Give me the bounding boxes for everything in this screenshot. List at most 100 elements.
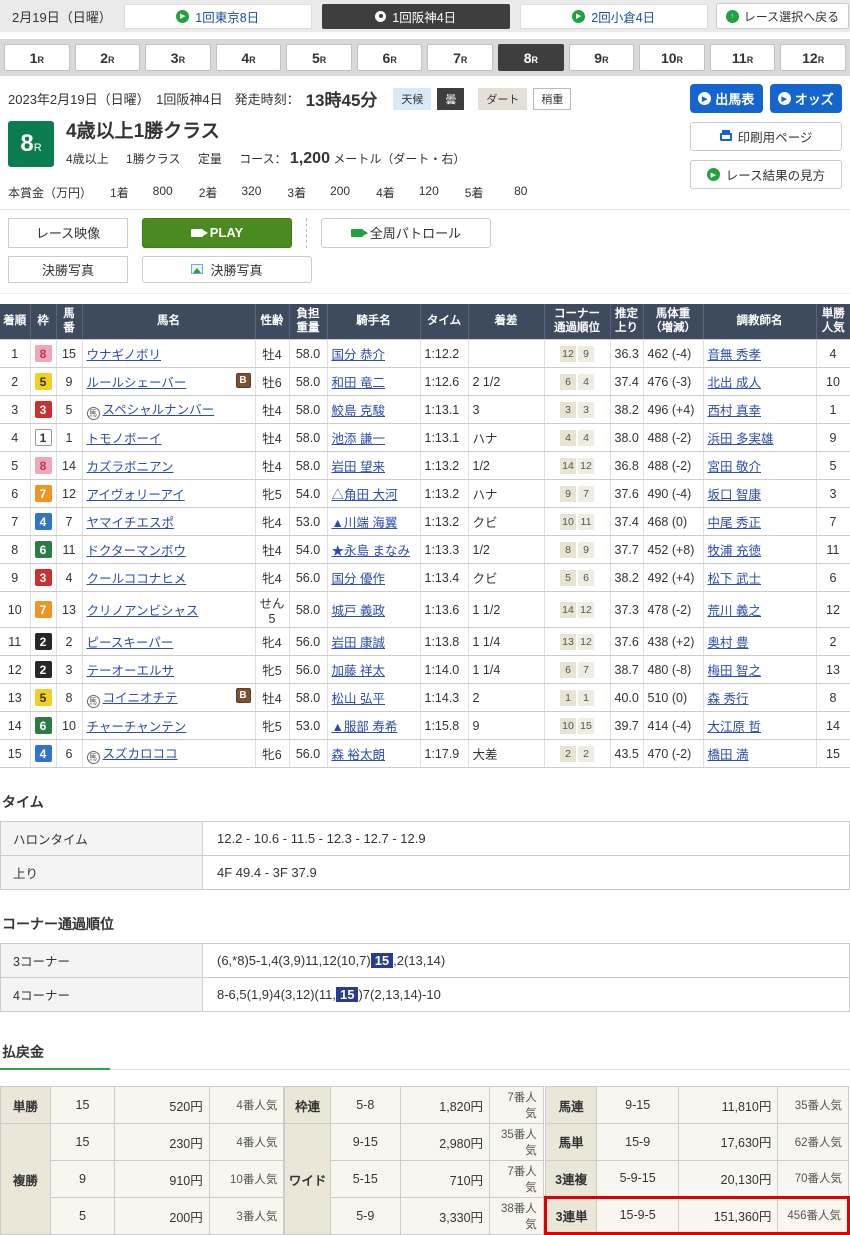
trainer-cell: 音無 秀孝 <box>703 340 816 368</box>
trainer-name-link[interactable]: 松下 武士 <box>708 572 761 586</box>
jockey-name-link[interactable]: ▲川端 海翼 <box>332 516 398 530</box>
body-weight-cell: 510 (0) <box>643 684 703 712</box>
result-guide-button[interactable]: ▶ レース結果の見方 <box>690 160 842 189</box>
trainer-name-link[interactable]: 坂口 智康 <box>708 488 761 502</box>
jockey-name-link[interactable]: 加藤 祥太 <box>332 664 385 678</box>
horse-name-link[interactable]: アイヴォリーアイ <box>87 488 185 502</box>
results-column-header: 馬名 <box>82 304 255 340</box>
horse-name-link[interactable]: テーオーエルサ <box>87 664 175 678</box>
race-tab-8r[interactable]: 8R <box>498 44 564 71</box>
trainer-name-link[interactable]: 橋田 満 <box>708 748 749 762</box>
waku-cell: 4 <box>30 508 56 536</box>
trainer-cell: 浜田 多実雄 <box>703 424 816 452</box>
corner2-pos: 4 <box>578 430 594 446</box>
horse-name-link[interactable]: ルールシェーバー <box>87 376 187 390</box>
trainer-name-link[interactable]: 森 秀行 <box>708 692 749 706</box>
meeting-tabs: ▶1回東京8日 1回阪神4日 ▶2回小倉4日 <box>124 4 708 29</box>
trainer-name-link[interactable]: 宮田 敬介 <box>708 460 761 474</box>
jockey-name-link[interactable]: 国分 恭介 <box>332 348 385 362</box>
jockey-name-link[interactable]: 和田 竜二 <box>332 376 385 390</box>
divider <box>306 218 307 248</box>
table-row: 1546馬スズカロココ牝656.0森 裕太朗1:17.9大差2243.5470 … <box>0 740 850 768</box>
trainer-name-link[interactable]: 浜田 多実雄 <box>708 432 774 446</box>
payout-table: 枠連5-81,820円7番人気ワイド9-152,980円35番人気5-15710… <box>284 1086 543 1235</box>
shutuba-button[interactable]: ▶ 出馬表 <box>690 84 763 113</box>
trainer-name-link[interactable]: 西村 真幸 <box>708 404 761 418</box>
horse-name-link[interactable]: ピースキーパー <box>87 636 174 650</box>
jockey-name-link[interactable]: 岩田 望来 <box>332 460 385 474</box>
jockey-name-link[interactable]: 岩田 康誠 <box>332 636 385 650</box>
back-to-race-select-button[interactable]: ↑ レース選択へ戻る <box>716 3 849 29</box>
finish-photo-button[interactable]: 決勝写真 <box>142 256 312 283</box>
patrol-video-button[interactable]: 全周パトロール <box>321 218 491 248</box>
horse-name-link[interactable]: チャーチャンテン <box>87 720 187 734</box>
trainer-name-link[interactable]: 北出 成人 <box>708 376 761 390</box>
jockey-cell: 加藤 祥太 <box>327 656 420 684</box>
sex-age-cell: 牡4 <box>255 424 289 452</box>
waku-cell: 3 <box>30 396 56 424</box>
race-tab-9r[interactable]: 9R <box>569 44 635 71</box>
trainer-name-link[interactable]: 中尾 秀正 <box>708 516 761 530</box>
meeting-tab[interactable]: ▶2回小倉4日 <box>520 4 708 29</box>
race-tab-number: 11 <box>732 50 747 66</box>
race-tab-5r[interactable]: 5R <box>286 44 352 71</box>
jockey-name-link[interactable]: 松山 弘平 <box>332 692 385 706</box>
waku-cell: 2 <box>30 628 56 656</box>
corner2-pos: 9 <box>578 542 594 558</box>
jockey-name-link[interactable]: ▲服部 寿希 <box>332 720 398 734</box>
table-row: 1122ピースキーパー牝456.0岩田 康誠1:13.81 1/4131237.… <box>0 628 850 656</box>
trainer-name-link[interactable]: 牧浦 充徳 <box>708 544 761 558</box>
results-column-header: タイム <box>420 304 468 340</box>
race-tab-11r[interactable]: 11R <box>710 44 776 71</box>
race-tab-4r[interactable]: 4R <box>216 44 282 71</box>
race-header: 2023年2月19日（日曜） 1回阪神4日 発走時刻： 13時45分 天候 曇 … <box>0 76 850 210</box>
jockey-name-link[interactable]: 森 裕太朗 <box>332 748 385 762</box>
race-tab-10r[interactable]: 10R <box>639 44 705 71</box>
jockey-name-link[interactable]: ★永島 まなみ <box>332 544 410 558</box>
jockey-cell: 松山 弘平 <box>327 684 420 712</box>
race-tab-2r[interactable]: 2R <box>75 44 141 71</box>
time-cell: 1:14.0 <box>420 656 468 684</box>
trainer-name-link[interactable]: 大江原 哲 <box>708 720 761 734</box>
horse-name-link[interactable]: コイニオチテ <box>103 691 178 705</box>
race-tab-12r[interactable]: 12R <box>780 44 846 71</box>
side-buttons: ▶ 出馬表 ▶ オッズ 印刷用ページ ▶ レース結果の見方 <box>690 84 842 189</box>
trainer-name-link[interactable]: 梅田 智之 <box>708 664 761 678</box>
payout-combination: 15 <box>50 1124 115 1161</box>
agari-cell: 37.4 <box>610 508 643 536</box>
meeting-tab[interactable]: 1回阪神4日 <box>322 4 510 29</box>
jockey-name-link[interactable]: 国分 優作 <box>332 572 385 586</box>
race-tab-1r[interactable]: 1R <box>4 44 70 71</box>
horse-name-link[interactable]: トモノボーイ <box>87 432 162 446</box>
horse-name-link[interactable]: クールココナヒメ <box>87 572 187 586</box>
payout-combination: 15-9 <box>597 1124 678 1161</box>
carried-weight-cell: 58.0 <box>289 592 327 628</box>
trainer-name-link[interactable]: 音無 秀孝 <box>708 348 761 362</box>
trainer-name-link[interactable]: 荒川 義之 <box>708 604 761 618</box>
payout-amount: 17,630円 <box>678 1124 778 1161</box>
horse-name-link[interactable]: ドクターマンボウ <box>87 544 187 558</box>
popularity-cell: 10 <box>816 368 850 396</box>
play-button[interactable]: PLAY <box>142 218 292 248</box>
race-tab-7r[interactable]: 7R <box>427 44 493 71</box>
horse-name-link[interactable]: ヤマイチエスポ <box>87 516 175 530</box>
horse-name-link[interactable]: ウナギノボリ <box>87 348 162 362</box>
jockey-name-link[interactable]: 鮫島 克駿 <box>332 404 385 418</box>
race-tab-6r[interactable]: 6R <box>357 44 423 71</box>
print-page-button[interactable]: 印刷用ページ <box>690 122 842 151</box>
jockey-name-link[interactable]: 城戸 義政 <box>332 604 385 618</box>
green-underline <box>0 1068 110 1070</box>
horse-name-link[interactable]: スペシャルナンバー <box>103 403 215 417</box>
popularity-cell: 7 <box>816 508 850 536</box>
carried-weight-cell: 58.0 <box>289 684 327 712</box>
race-tab-3r[interactable]: 3R <box>145 44 211 71</box>
horse-name-link[interactable]: クリノアンビシャス <box>87 604 199 618</box>
meeting-tab[interactable]: ▶1回東京8日 <box>124 4 312 29</box>
trainer-name-link[interactable]: 奥村 豊 <box>708 636 749 650</box>
jockey-name-link[interactable]: 池添 謙一 <box>332 432 385 446</box>
trainer-cell: 西村 真幸 <box>703 396 816 424</box>
jockey-name-link[interactable]: △角田 大河 <box>332 488 398 502</box>
horse-name-link[interactable]: カズラボニアン <box>87 460 174 474</box>
odds-button[interactable]: ▶ オッズ <box>770 84 843 113</box>
horse-name-link[interactable]: スズカロココ <box>103 747 178 761</box>
